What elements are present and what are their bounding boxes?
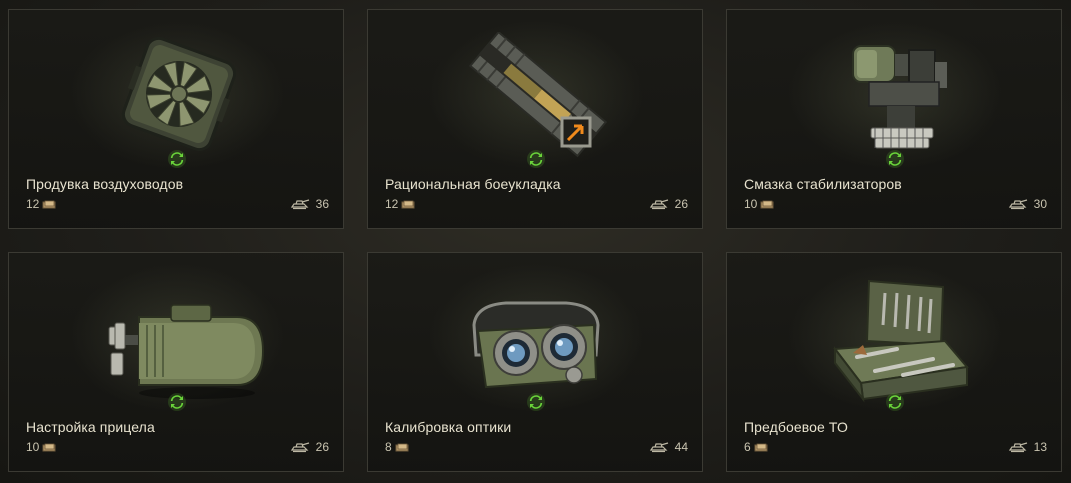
tank-icon [1008, 199, 1027, 210]
cost-label: 8 [385, 440, 409, 454]
card-title: Смазка стабилизаторов [744, 176, 902, 192]
card-stabilizer-lubrication[interactable]: Смазка стабилизаторов 10 30 [726, 9, 1062, 229]
refresh-icon[interactable] [167, 392, 187, 412]
refresh-icon[interactable] [526, 392, 546, 412]
tank-icon [290, 442, 309, 453]
slots-value: 44 [674, 440, 688, 454]
slots-label: 30 [1008, 197, 1047, 211]
cost-value: 10 [744, 197, 758, 211]
bond-icon [42, 200, 56, 208]
cost-label: 10 [26, 440, 56, 454]
card-pre-battle-maintenance[interactable]: Предбоевое ТО 6 13 [726, 252, 1062, 472]
motor-icon [108, 304, 265, 399]
slots-value: 13 [1033, 440, 1047, 454]
toolbox-icon [833, 279, 969, 403]
tank-icon [1008, 442, 1027, 453]
slots-label: 13 [1008, 440, 1047, 454]
tank-icon [649, 442, 668, 453]
cost-label: 12 [26, 197, 56, 211]
card-title: Продувка воздуховодов [26, 176, 184, 192]
tank-icon [649, 199, 668, 210]
stabilizer-icon [852, 45, 947, 149]
cost-value: 10 [26, 440, 40, 454]
card-title: Рациональная боеукладка [385, 176, 561, 192]
bond-icon [760, 200, 774, 208]
bond-icon [754, 443, 768, 451]
cost-value: 12 [385, 197, 399, 211]
cost-label: 10 [744, 197, 774, 211]
slots-value: 26 [674, 197, 688, 211]
cost-value: 12 [26, 197, 40, 211]
card-title: Калибровка оптики [385, 419, 512, 435]
slots-value: 36 [315, 197, 329, 211]
card-optics-calibration[interactable]: Калибровка оптики 8 44 [367, 252, 703, 472]
binocular-icon [472, 301, 600, 389]
slots-value: 26 [315, 440, 329, 454]
slots-label: 44 [649, 440, 688, 454]
refresh-icon[interactable] [167, 149, 187, 169]
ammo-rack-icon [468, 32, 608, 158]
refresh-icon[interactable] [885, 392, 905, 412]
card-sight-adjustment[interactable]: Настройка прицела 10 26 [8, 252, 344, 472]
slots-label: 36 [290, 197, 329, 211]
cost-label: 6 [744, 440, 768, 454]
refresh-icon[interactable] [885, 149, 905, 169]
cost-value: 6 [744, 440, 751, 454]
cost-value: 8 [385, 440, 392, 454]
card-title: Настройка прицела [26, 419, 155, 435]
card-title: Предбоевое ТО [744, 419, 848, 435]
card-rational-ammo-rack[interactable]: Рациональная боеукладка 12 26 [367, 9, 703, 229]
refresh-icon[interactable] [526, 149, 546, 169]
equipment-grid: Продувка воздуховодов 12 36 Рациональная… [0, 0, 1071, 483]
fan-icon [121, 36, 237, 152]
tank-icon [290, 199, 309, 210]
card-air-duct-purge[interactable]: Продувка воздуховодов 12 36 [8, 9, 344, 229]
bond-icon [42, 443, 56, 451]
bond-icon [395, 443, 409, 451]
slots-value: 30 [1033, 197, 1047, 211]
bond-icon [401, 200, 415, 208]
slots-label: 26 [290, 440, 329, 454]
cost-label: 12 [385, 197, 415, 211]
slots-label: 26 [649, 197, 688, 211]
